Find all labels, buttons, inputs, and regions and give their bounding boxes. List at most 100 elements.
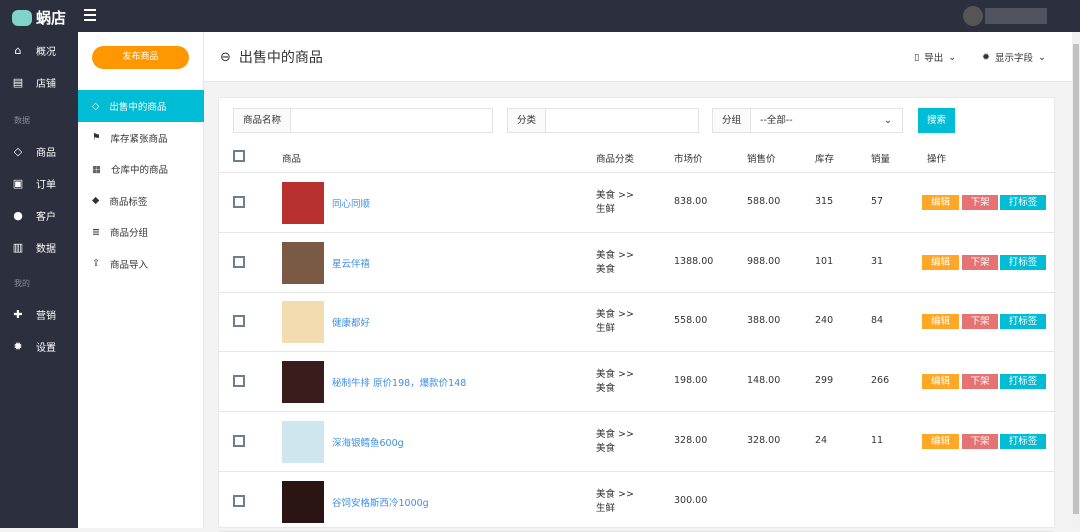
nav-section-mine: 我的 <box>14 279 30 288</box>
subnav-icon: ⇪ <box>92 258 100 269</box>
subnav-icon: ▦ <box>92 163 101 175</box>
sales: 57 <box>871 196 884 207</box>
take-down-button[interactable]: 下架 <box>962 433 998 449</box>
back-icon[interactable]: ⊖ <box>220 50 231 65</box>
add-tag-button[interactable]: 打标签 <box>1000 195 1046 210</box>
market-price: 198.00 <box>674 375 708 387</box>
product-name-link[interactable]: 深海银鳕鱼600g <box>332 435 404 449</box>
take-down-button[interactable]: 下架 <box>962 195 998 210</box>
product-thumbnail[interactable] <box>282 480 324 523</box>
row-checkbox[interactable] <box>233 375 245 388</box>
subnav-item-5[interactable]: ⇪ 商品导入 <box>78 248 204 280</box>
product-category: 美食 >> 生鲜 <box>596 488 634 514</box>
logo[interactable]: 蜗店 <box>12 7 66 28</box>
product-thumbnail[interactable] <box>282 301 324 344</box>
stock: 24 <box>815 434 828 446</box>
name-filter: 商品名称 <box>233 108 493 133</box>
chevron-down-icon: ⌄ <box>948 51 957 63</box>
sales: 84 <box>871 315 884 327</box>
nav-item-order[interactable]: ▣ 订单 <box>12 176 56 191</box>
product-thumbnail[interactable] <box>282 241 324 284</box>
name-input[interactable] <box>291 109 492 132</box>
nav-item-tag[interactable]: ◇ 商品 <box>12 144 56 159</box>
subnav-icon: ≣ <box>92 226 100 238</box>
product-thumbnail[interactable] <box>282 361 324 404</box>
nav-item-gear[interactable]: ✹ 设置 <box>12 339 56 354</box>
col-market-price: 市场价 <box>674 154 703 165</box>
table-row: 深海银鳕鱼600g 美食 >> 美食 328.00 328.00 24 11 编辑… <box>219 412 1054 472</box>
take-down-button[interactable]: 下架 <box>962 254 998 270</box>
nav-item-chart[interactable]: ▥ 数据 <box>12 240 56 255</box>
export-button[interactable]: ▯ 导出 ⌄ <box>914 50 957 65</box>
add-tag-button[interactable]: 打标签 <box>1000 314 1046 330</box>
table-row: 谷饲安格斯西冷1000g 美食 >> 生鲜 300.00 <box>219 472 1054 532</box>
row-checkbox[interactable] <box>233 255 245 268</box>
row-checkbox[interactable] <box>233 315 245 328</box>
display-fields-button[interactable]: ✹ 显示字段 ⌄ <box>982 50 1046 65</box>
subnav-item-4[interactable]: ≣ 商品分组 <box>78 216 204 248</box>
group-select[interactable]: --全部-- ⌄ <box>751 109 902 132</box>
search-button[interactable]: 搜索 <box>918 108 955 133</box>
add-tag-button[interactable]: 打标签 <box>1000 433 1046 449</box>
row-checkbox[interactable] <box>233 494 245 507</box>
subnav-item-0[interactable]: ◇ 出售中的商品 <box>78 90 204 122</box>
col-sales: 销量 <box>871 154 891 165</box>
col-stock: 库存 <box>815 154 835 165</box>
gear-icon: ✹ <box>13 340 23 353</box>
menu-toggle-icon[interactable] <box>84 9 96 21</box>
nav-item-puzzle[interactable]: ✚ 营销 <box>12 307 56 322</box>
sale-price: 388.00 <box>747 315 781 327</box>
avatar[interactable] <box>963 6 983 26</box>
divider <box>219 530 1054 532</box>
excel-icon: ▯ <box>914 51 920 63</box>
product-thumbnail[interactable] <box>282 182 324 224</box>
row-checkbox[interactable] <box>233 196 245 208</box>
edit-button[interactable]: 编辑 <box>922 433 959 449</box>
sales: 266 <box>871 375 890 387</box>
chevron-down-icon: ⌄ <box>1037 51 1046 63</box>
select-all-checkbox[interactable] <box>233 150 245 162</box>
sale-price: 588.00 <box>747 196 781 207</box>
puzzle-icon: ✚ <box>13 308 23 321</box>
product-name-link[interactable]: 秘制牛排 原价198，爆款价148 <box>332 375 466 389</box>
scrollbar-thumb[interactable] <box>1073 44 1079 514</box>
sub-nav: 发布商品 ◇ 出售中的商品 ⚑ 库存紧张商品 ▦ 仓库中的商品 ◆ 商品标签 ≣ 商品分组 ⇪ 商品导… <box>78 32 204 528</box>
category-input[interactable] <box>546 109 698 132</box>
row-checkbox[interactable] <box>233 434 245 447</box>
sales: 31 <box>871 255 884 267</box>
subnav-icon: ◆ <box>92 195 100 206</box>
chevron-down-icon: ⌄ <box>884 115 892 126</box>
take-down-button[interactable]: 下架 <box>962 374 998 390</box>
stock: 101 <box>815 255 834 267</box>
market-price: 1388.00 <box>674 255 714 267</box>
product-name-link[interactable]: 同心同顺 <box>332 196 370 210</box>
nav-item-store[interactable]: ▤ 店铺 <box>12 75 56 90</box>
edit-button[interactable]: 编辑 <box>922 254 959 270</box>
product-name-link[interactable]: 健康都好 <box>332 315 370 329</box>
edit-button[interactable]: 编辑 <box>922 195 959 210</box>
col-actions: 操作 <box>927 154 947 165</box>
product-name-link[interactable]: 星云伴禧 <box>332 256 370 270</box>
col-product: 商品 <box>282 154 302 165</box>
stock: 315 <box>815 196 834 207</box>
add-tag-button[interactable]: 打标签 <box>1000 254 1046 270</box>
market-price: 328.00 <box>674 434 708 446</box>
subnav-item-2[interactable]: ▦ 仓库中的商品 <box>78 153 204 185</box>
add-tag-button[interactable]: 打标签 <box>1000 374 1046 390</box>
page-header: ⊖ 出售中的商品 ▯ 导出 ⌄ ✹ 显示字段 ⌄ <box>204 32 1072 82</box>
product-name-link[interactable]: 谷饲安格斯西冷1000g <box>332 495 429 509</box>
product-card: 商品名称 分类 分组 --全部-- ⌄ 搜索 商品 商品分类 市场价 销售价 库存 … <box>218 97 1055 532</box>
nav-item-home[interactable]: ⌂ 概况 <box>12 43 57 58</box>
subnav-item-1[interactable]: ⚑ 库存紧张商品 <box>78 122 204 154</box>
edit-button[interactable]: 编辑 <box>922 314 959 330</box>
home-icon: ⌂ <box>14 44 22 57</box>
edit-button[interactable]: 编辑 <box>922 374 959 390</box>
take-down-button[interactable]: 下架 <box>962 314 998 330</box>
username-blurred[interactable] <box>985 8 1047 24</box>
scrollbar[interactable] <box>1072 32 1080 528</box>
publish-product-button[interactable]: 发布商品 <box>92 46 189 69</box>
subnav-item-3[interactable]: ◆ 商品标签 <box>78 185 204 217</box>
sale-price: 988.00 <box>747 255 781 267</box>
product-thumbnail[interactable] <box>282 420 324 463</box>
nav-item-user[interactable]: ● 客户 <box>12 208 56 223</box>
